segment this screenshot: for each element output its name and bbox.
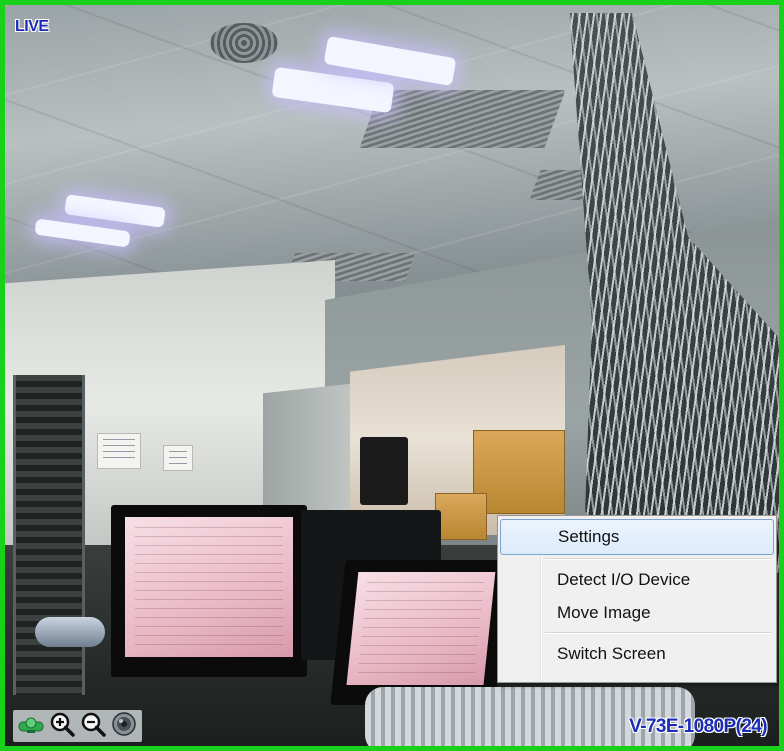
- live-video-frame[interactable]: LIVE V-73E-1080P(24) Settings Detect I/O…: [0, 0, 784, 751]
- scene-laptop: [330, 560, 511, 705]
- scene-monitor: [111, 505, 307, 677]
- menu-item-detect-io-device[interactable]: Detect I/O Device: [500, 563, 774, 596]
- menu-separator: [545, 558, 772, 560]
- camera-link-button[interactable]: [17, 712, 45, 740]
- menu-separator: [545, 632, 772, 634]
- scene-cardboard-box: [435, 493, 487, 540]
- video-toolbar: [13, 710, 142, 742]
- zoom-in-button[interactable]: [48, 712, 76, 740]
- speaker-button[interactable]: [110, 711, 138, 742]
- menu-item-switch-screen[interactable]: Switch Screen: [500, 637, 774, 670]
- scene-wall-notice: [163, 445, 193, 471]
- scene-monitor-screen: [125, 517, 293, 657]
- zoom-out-icon: [80, 711, 106, 742]
- live-indicator: LIVE: [15, 18, 49, 35]
- scene-equipment-rack: [13, 375, 85, 695]
- scene-round-vent: [210, 23, 278, 63]
- menu-item-settings[interactable]: Settings: [500, 519, 774, 555]
- scene-wall-notice: [97, 433, 141, 469]
- scene-laptop-screen: [346, 572, 496, 685]
- zoom-in-icon: [49, 711, 75, 742]
- speaker-icon: [111, 711, 137, 742]
- camera-name-label: V-73E-1080P(24): [629, 716, 767, 737]
- scene-monitor: [360, 437, 408, 505]
- scene-device: [35, 617, 105, 647]
- menu-item-move-image[interactable]: Move Image: [500, 596, 774, 629]
- camera-link-icon: [18, 713, 44, 740]
- zoom-out-button[interactable]: [79, 712, 107, 740]
- context-menu: Settings Detect I/O Device Move Image Sw…: [497, 515, 777, 683]
